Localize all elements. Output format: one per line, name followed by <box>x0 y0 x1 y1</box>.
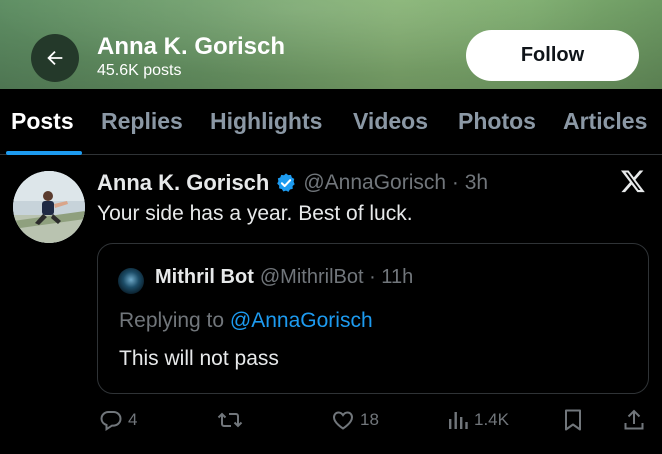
repost-icon <box>217 408 243 432</box>
quoted-text: This will not pass <box>119 347 279 370</box>
tab-photos[interactable]: Photos <box>458 108 536 135</box>
follow-button[interactable]: Follow <box>466 30 639 81</box>
tab-highlights[interactable]: Highlights <box>210 108 322 135</box>
profile-title-block: Anna K. Gorisch 45.6K posts <box>97 33 285 80</box>
reply-button[interactable]: 4 <box>99 406 137 434</box>
active-tab-indicator <box>6 151 82 155</box>
post-author-line: Anna K. Gorisch @AnnaGorisch · 3h <box>97 169 488 197</box>
replying-to-line: Replying to @AnnaGorisch <box>119 309 373 333</box>
views-icon <box>447 408 469 432</box>
bookmark-button[interactable] <box>563 406 583 434</box>
view-count: 1.4K <box>474 410 509 429</box>
profile-tabs: Posts Replies Highlights Videos Photos A… <box>0 89 662 155</box>
share-icon <box>623 408 645 432</box>
tab-replies[interactable]: Replies <box>101 108 183 135</box>
quoted-author-name[interactable]: Mithril Bot <box>155 266 254 289</box>
reply-icon <box>99 408 123 432</box>
post-author-name[interactable]: Anna K. Gorisch <box>97 170 269 196</box>
post-text: Your side has a year. Best of luck. <box>97 202 413 225</box>
verified-badge-icon <box>275 172 297 194</box>
x-logo-icon <box>620 168 646 194</box>
like-button[interactable]: 18 <box>331 406 379 434</box>
share-button[interactable] <box>623 406 645 434</box>
tab-videos[interactable]: Videos <box>353 108 428 135</box>
bookmark-icon <box>563 408 583 432</box>
reply-count: 4 <box>128 410 138 429</box>
like-count: 18 <box>360 410 379 429</box>
tab-articles[interactable]: Articles <box>563 108 647 135</box>
profile-header-banner: Anna K. Gorisch 45.6K posts Follow <box>0 0 662 89</box>
tab-posts[interactable]: Posts <box>11 108 74 135</box>
avatar[interactable] <box>13 171 85 243</box>
quoted-author-line: Mithril Bot @MithrilBot · 11h <box>155 266 413 289</box>
quoted-avatar[interactable] <box>118 268 144 294</box>
back-arrow-icon <box>44 47 66 69</box>
like-icon <box>331 408 355 432</box>
replying-to-prefix: Replying to <box>119 309 230 332</box>
repost-button[interactable] <box>217 406 248 434</box>
quoted-post[interactable]: Mithril Bot @MithrilBot · 11h Replying t… <box>97 243 649 394</box>
post-handle-time[interactable]: @AnnaGorisch · 3h <box>303 171 488 195</box>
quoted-handle-time[interactable]: @MithrilBot · 11h <box>260 266 413 289</box>
post-count: 45.6K posts <box>97 62 182 79</box>
profile-name: Anna K. Gorisch <box>97 33 286 60</box>
replying-to-mention[interactable]: @AnnaGorisch <box>230 309 373 332</box>
views-button[interactable]: 1.4K <box>447 406 509 434</box>
back-button[interactable] <box>31 34 79 82</box>
